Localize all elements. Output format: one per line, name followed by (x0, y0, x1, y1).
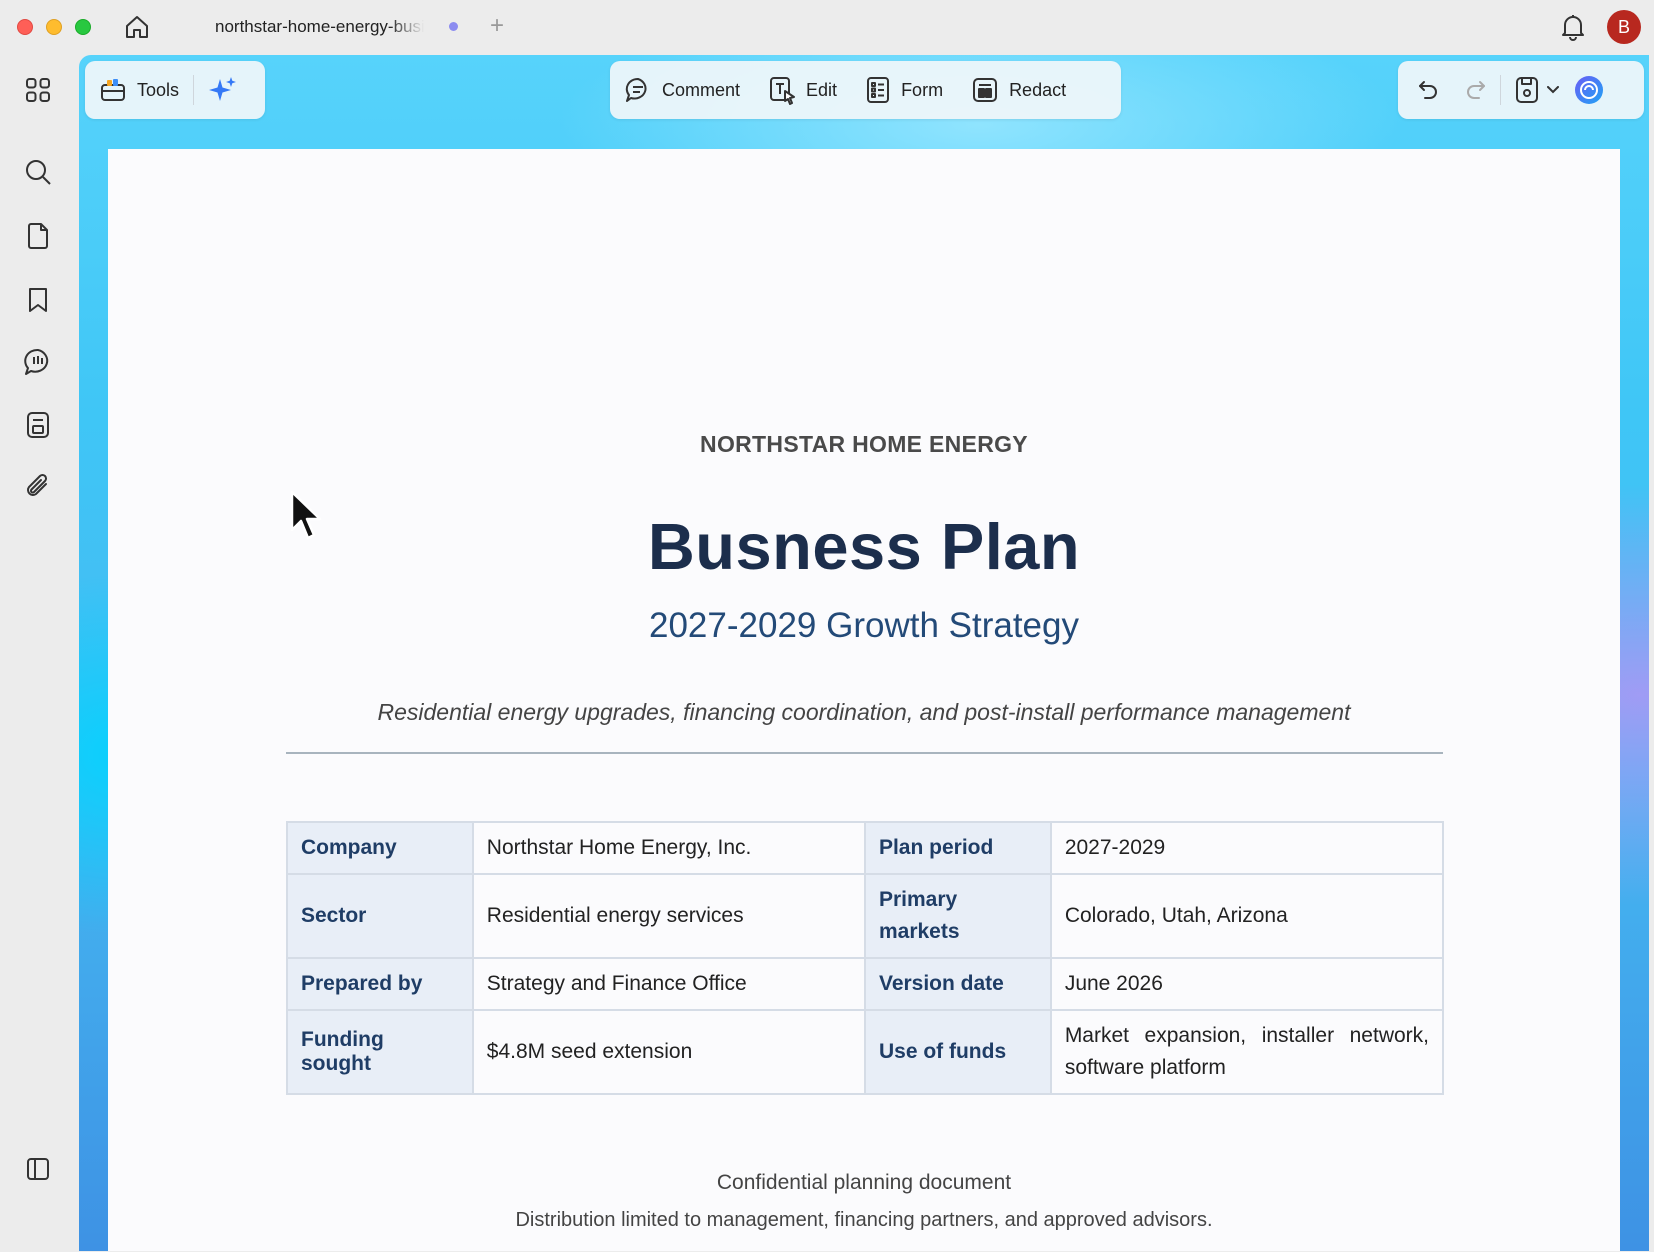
comments-panel-button[interactable] (18, 342, 58, 382)
pdf-page: NORTHSTAR HOME ENERGY Busness Plan 2027-… (108, 149, 1620, 1251)
use-of-funds-value: Market expansion, installer network, sof… (1049, 1009, 1445, 1095)
table-row: Company Northstar Home Energy, Inc. Plan… (286, 821, 1445, 875)
plan-period-label: Plan period (863, 821, 1052, 875)
company-info-table: Company Northstar Home Energy, Inc. Plan… (286, 821, 1445, 1095)
unsaved-indicator (449, 22, 458, 31)
edit-mode-button[interactable]: Edit (754, 67, 851, 113)
save-icon (1516, 77, 1538, 103)
company-heading: NORTHSTAR HOME ENERGY (700, 431, 1028, 457)
table-row: Prepared by Strategy and Finance Office … (286, 957, 1445, 1011)
sector-value: Residential energy services (471, 873, 866, 959)
comments-icon (24, 348, 49, 375)
left-sidebar (0, 52, 78, 1252)
form-mode-button[interactable]: Form (851, 67, 957, 113)
primary-markets-value: Colorado, Utah, Arizona (1049, 873, 1445, 959)
company-value: Northstar Home Energy, Inc. (471, 821, 866, 875)
funding-sought-value: $4.8M seed extension (471, 1009, 866, 1095)
distribution-note: Distribution limited to management, fina… (515, 1209, 1213, 1231)
bell-icon (1562, 15, 1584, 41)
comment-icon (625, 77, 647, 102)
title-bar: northstar-home-energy-business-plan + B (0, 0, 1654, 52)
document-tagline: Residential energy upgrades, financing c… (377, 699, 1351, 725)
pages-button[interactable] (18, 216, 58, 256)
document-canvas: Tools Comment Edit Form Redact NORTHSTAR… (79, 55, 1649, 1251)
toggle-panel-button[interactable] (18, 1149, 58, 1189)
attachments-button[interactable] (18, 466, 58, 506)
search-button[interactable] (18, 152, 58, 192)
edit-modes-group: Comment Edit Form Redact (610, 61, 1121, 119)
apps-grid-icon (26, 78, 50, 102)
redact-label: Redact (1009, 79, 1067, 100)
panel-toggle-icon (27, 1158, 49, 1180)
primary-markets-label: Primary markets (863, 873, 1052, 959)
all-tools-button[interactable] (18, 70, 58, 110)
form-label: Form (901, 79, 944, 100)
bookmarks-button[interactable] (18, 280, 58, 320)
funding-sought-label: Funding sought (286, 1009, 474, 1095)
tab-title: northstar-home-energy-business-plan (215, 17, 424, 36)
assistant-button[interactable] (1565, 67, 1613, 113)
redact-mode-button[interactable]: Redact (957, 67, 1080, 113)
sector-label: Sector (286, 873, 474, 959)
notifications-button[interactable] (1556, 10, 1590, 44)
document-subtitle: 2027-2029 Growth Strategy (649, 606, 1079, 645)
comment-mode-button[interactable]: Comment (610, 67, 754, 113)
table-row: Sector Residential energy services Prima… (286, 873, 1445, 959)
tools-label: Tools (137, 79, 180, 100)
tools-group: Tools (85, 61, 265, 119)
save-button[interactable] (1501, 67, 1565, 113)
mouse-pointer-icon (290, 490, 322, 540)
comment-label: Comment (662, 79, 741, 100)
page-icon (28, 223, 48, 249)
tools-button[interactable]: Tools (85, 67, 193, 113)
attachment-icon (27, 473, 48, 496)
sparkle-icon (209, 77, 237, 101)
home-button[interactable] (120, 10, 154, 44)
ai-assistant-button[interactable] (194, 67, 252, 113)
version-date-value: June 2026 (1049, 957, 1445, 1011)
toolbox-icon (101, 79, 125, 101)
search-icon (26, 160, 51, 185)
prepared-by-value: Strategy and Finance Office (471, 957, 866, 1011)
chevron-down-icon[interactable] (1547, 86, 1559, 94)
company-label: Company (286, 821, 474, 875)
document-tab[interactable]: northstar-home-energy-business-plan (196, 10, 466, 44)
prepared-by-label: Prepared by (286, 957, 474, 1011)
close-window-button[interactable] (17, 19, 33, 35)
minimize-window-button[interactable] (46, 19, 62, 35)
app-window: northstar-home-energy-business-plan + B (0, 0, 1654, 1252)
stamp-button[interactable] (18, 405, 58, 445)
edit-text-icon (770, 77, 796, 105)
plan-period-value: 2027-2029 (1049, 821, 1445, 875)
home-icon (126, 16, 148, 38)
document-title: Busness Plan (647, 510, 1081, 583)
redact-icon (973, 78, 998, 102)
bookmark-icon (29, 288, 47, 312)
actions-group (1398, 61, 1644, 119)
assistant-icon (1575, 76, 1603, 104)
primary-markets-label-text: Primary markets (878, 888, 960, 943)
undo-button[interactable] (1404, 67, 1452, 113)
user-avatar[interactable]: B (1607, 10, 1641, 44)
zoom-window-button[interactable] (75, 19, 91, 35)
save-document-icon (27, 412, 49, 438)
redo-icon (1467, 81, 1485, 99)
edit-label: Edit (806, 79, 838, 100)
table-row: Funding sought $4.8M seed extension Use … (286, 1009, 1445, 1095)
use-of-funds-label: Use of funds (863, 1009, 1052, 1095)
version-date-label: Version date (863, 957, 1052, 1011)
confidential-note: Confidential planning document (716, 1171, 1012, 1194)
redo-button[interactable] (1452, 67, 1500, 113)
undo-icon (1419, 81, 1437, 99)
divider-line (286, 752, 1443, 754)
new-tab-button[interactable]: + (490, 12, 504, 40)
form-icon (867, 77, 890, 103)
